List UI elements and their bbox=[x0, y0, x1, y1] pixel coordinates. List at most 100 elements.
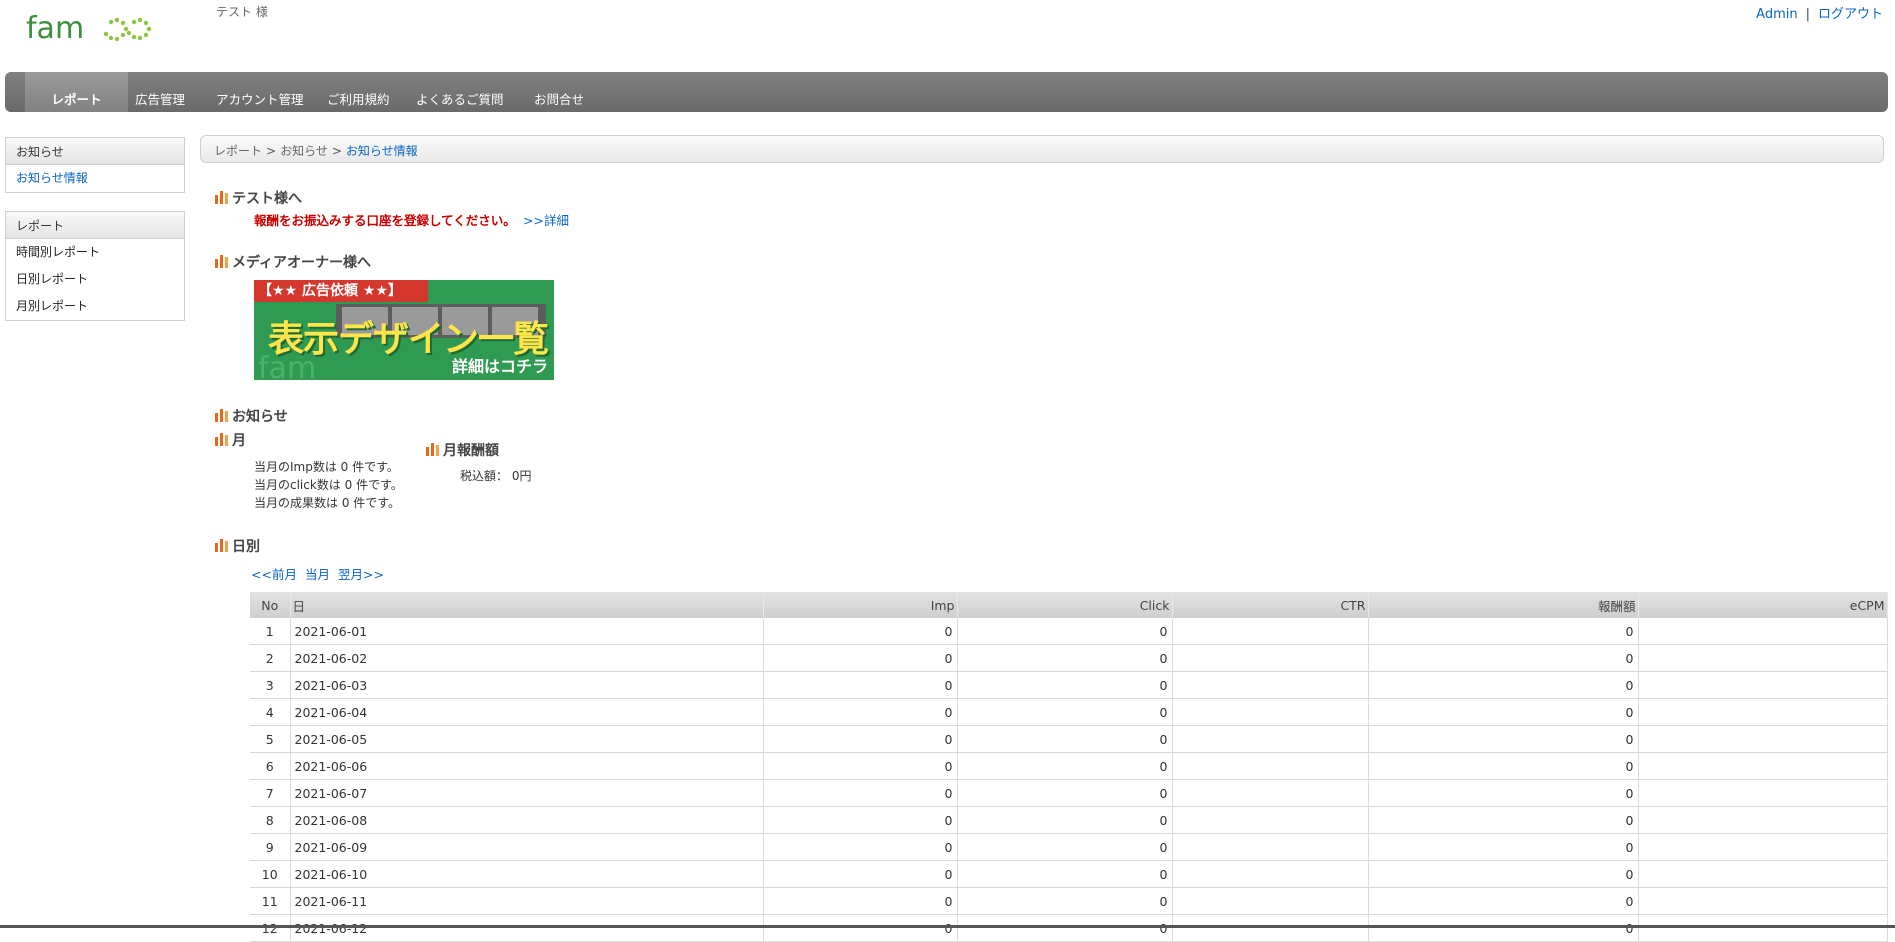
daily-table-body: 1 2021-06-01 0 0 0 2 2021-06-02 0 0 0 3 2021-06-03 0… bbox=[250, 618, 1888, 942]
nav-tab-terms[interactable]: ご利用規約 bbox=[327, 72, 390, 112]
heading-bars-icon bbox=[215, 539, 228, 552]
cell-imp: 0 bbox=[763, 887, 958, 915]
user-name: テスト 様 bbox=[216, 5, 268, 19]
daily-heading: 日別 bbox=[215, 536, 260, 556]
month-conversion-count: 当月の成果数は 0 件です。 bbox=[254, 496, 401, 510]
logo-text: fam bbox=[26, 11, 84, 46]
cell-click: 0 bbox=[957, 860, 1173, 888]
nav-tab-account-management[interactable]: アカウント管理 bbox=[216, 72, 304, 112]
cell-ctr bbox=[1172, 887, 1369, 915]
breadcrumb-separator: > bbox=[266, 144, 277, 158]
column-header-date: 日 bbox=[290, 592, 764, 618]
cell-reward: 0 bbox=[1368, 725, 1639, 753]
cell-imp: 0 bbox=[763, 806, 958, 834]
table-header-row: No 日 Imp Click CTR 報酬額 eCPM bbox=[250, 592, 1888, 618]
next-month-link[interactable]: 翌月>> bbox=[338, 567, 384, 582]
nav-tab-ad-management[interactable]: 広告管理 bbox=[135, 72, 185, 112]
nav-tab-faq[interactable]: よくあるご質問 bbox=[416, 72, 504, 112]
table-row: 6 2021-06-06 0 0 0 bbox=[250, 752, 1888, 780]
cell-imp: 0 bbox=[763, 698, 958, 726]
notice-heading-text: お知らせ bbox=[232, 409, 288, 425]
breadcrumb-current[interactable]: お知らせ情報 bbox=[346, 144, 418, 158]
cell-date: 2021-06-01 bbox=[290, 618, 764, 645]
month-heading-text: 月 bbox=[232, 433, 246, 449]
cell-imp: 0 bbox=[763, 644, 958, 672]
cell-click: 0 bbox=[957, 698, 1173, 726]
cell-imp: 0 bbox=[763, 725, 958, 753]
logout-link[interactable]: ログアウト bbox=[1818, 7, 1883, 22]
cell-no: 4 bbox=[250, 698, 291, 726]
cell-reward: 0 bbox=[1368, 806, 1639, 834]
month-heading: 月 bbox=[215, 430, 246, 450]
cell-click: 0 bbox=[957, 887, 1173, 915]
column-header-no: No bbox=[250, 592, 291, 618]
cell-ctr bbox=[1172, 860, 1369, 888]
cell-click: 0 bbox=[957, 752, 1173, 780]
notice-heading: お知らせ bbox=[215, 406, 288, 426]
cell-click: 0 bbox=[957, 833, 1173, 861]
sidebar-item-notice-info[interactable]: お知らせ情報 bbox=[6, 165, 184, 192]
cell-click: 0 bbox=[957, 779, 1173, 807]
cell-click: 0 bbox=[957, 671, 1173, 699]
cell-reward: 0 bbox=[1368, 833, 1639, 861]
month-imp-count: 当月のImp数は 0 件です。 bbox=[254, 460, 399, 474]
notice-detail-link[interactable]: >>詳細 bbox=[523, 210, 569, 229]
cell-ctr bbox=[1172, 644, 1369, 672]
table-row: 3 2021-06-03 0 0 0 bbox=[250, 671, 1888, 699]
cell-no: 2 bbox=[250, 644, 291, 672]
cell-click: 0 bbox=[957, 618, 1173, 645]
cell-ctr bbox=[1172, 833, 1369, 861]
cell-no: 8 bbox=[250, 806, 291, 834]
cell-no: 6 bbox=[250, 752, 291, 780]
cell-ecpm bbox=[1638, 725, 1888, 753]
nav-tab-contact[interactable]: お問合せ bbox=[534, 72, 584, 112]
sidebar-item-monthly-report[interactable]: 月別レポート bbox=[6, 293, 184, 320]
table-row: 12 2021-06-12 0 0 0 bbox=[250, 914, 1888, 942]
admin-link[interactable]: Admin bbox=[1756, 7, 1797, 22]
column-header-imp: Imp bbox=[763, 592, 958, 618]
famoo-logo[interactable]: fam bbox=[24, 4, 160, 52]
sidebar-report-box: レポート 時間別レポート 日別レポート 月別レポート bbox=[5, 211, 185, 321]
to-user-heading-text: テスト様へ bbox=[232, 191, 302, 207]
cell-ecpm bbox=[1638, 752, 1888, 780]
sidebar-item-hourly-report[interactable]: 時間別レポート bbox=[6, 239, 184, 266]
cell-imp: 0 bbox=[763, 779, 958, 807]
cell-no: 12 bbox=[250, 914, 291, 942]
table-row: 7 2021-06-07 0 0 0 bbox=[250, 779, 1888, 807]
daily-report-table: No 日 Imp Click CTR 報酬額 eCPM 1 2021-06-01 0… bbox=[250, 592, 1888, 942]
cell-date: 2021-06-04 bbox=[290, 698, 764, 726]
ad-design-banner[interactable]: 【★★ 広告依頼 ★★】 表示デザイン一覧 fam 詳細はコチラ bbox=[254, 280, 554, 380]
table-row: 5 2021-06-05 0 0 0 bbox=[250, 725, 1888, 753]
cell-ctr bbox=[1172, 725, 1369, 753]
table-row: 9 2021-06-09 0 0 0 bbox=[250, 833, 1888, 861]
cell-ctr bbox=[1172, 779, 1369, 807]
cell-no: 5 bbox=[250, 725, 291, 753]
cell-ctr bbox=[1172, 752, 1369, 780]
month-reward-heading: 月報酬額 bbox=[426, 440, 499, 460]
cell-ecpm bbox=[1638, 914, 1888, 942]
current-month-link[interactable]: 当月 bbox=[305, 567, 330, 582]
column-header-reward: 報酬額 bbox=[1368, 592, 1639, 618]
cell-ctr bbox=[1172, 698, 1369, 726]
cell-imp: 0 bbox=[763, 671, 958, 699]
sidebar-report-title: レポート bbox=[6, 212, 184, 239]
cell-ecpm bbox=[1638, 779, 1888, 807]
cell-ecpm bbox=[1638, 698, 1888, 726]
breadcrumb-notice[interactable]: お知らせ bbox=[280, 144, 328, 158]
breadcrumb-report[interactable]: レポート bbox=[214, 144, 262, 158]
heading-bars-icon bbox=[426, 443, 439, 456]
sidebar-notice-info-link[interactable]: お知らせ情報 bbox=[16, 171, 88, 185]
sidebar-item-daily-report[interactable]: 日別レポート bbox=[6, 266, 184, 293]
cell-no: 11 bbox=[250, 887, 291, 915]
cell-ctr bbox=[1172, 806, 1369, 834]
nav-tab-report[interactable]: レポート bbox=[25, 72, 128, 112]
cell-ctr bbox=[1172, 914, 1369, 942]
header-separator: | bbox=[1805, 7, 1810, 22]
cell-no: 9 bbox=[250, 833, 291, 861]
header-links: Admin | ログアウト bbox=[1756, 3, 1883, 22]
cell-ecpm bbox=[1638, 860, 1888, 888]
prev-month-link[interactable]: <<前月 bbox=[251, 567, 297, 582]
column-header-ecpm: eCPM bbox=[1638, 592, 1888, 618]
table-row: 8 2021-06-08 0 0 0 bbox=[250, 806, 1888, 834]
cell-reward: 0 bbox=[1368, 914, 1639, 942]
